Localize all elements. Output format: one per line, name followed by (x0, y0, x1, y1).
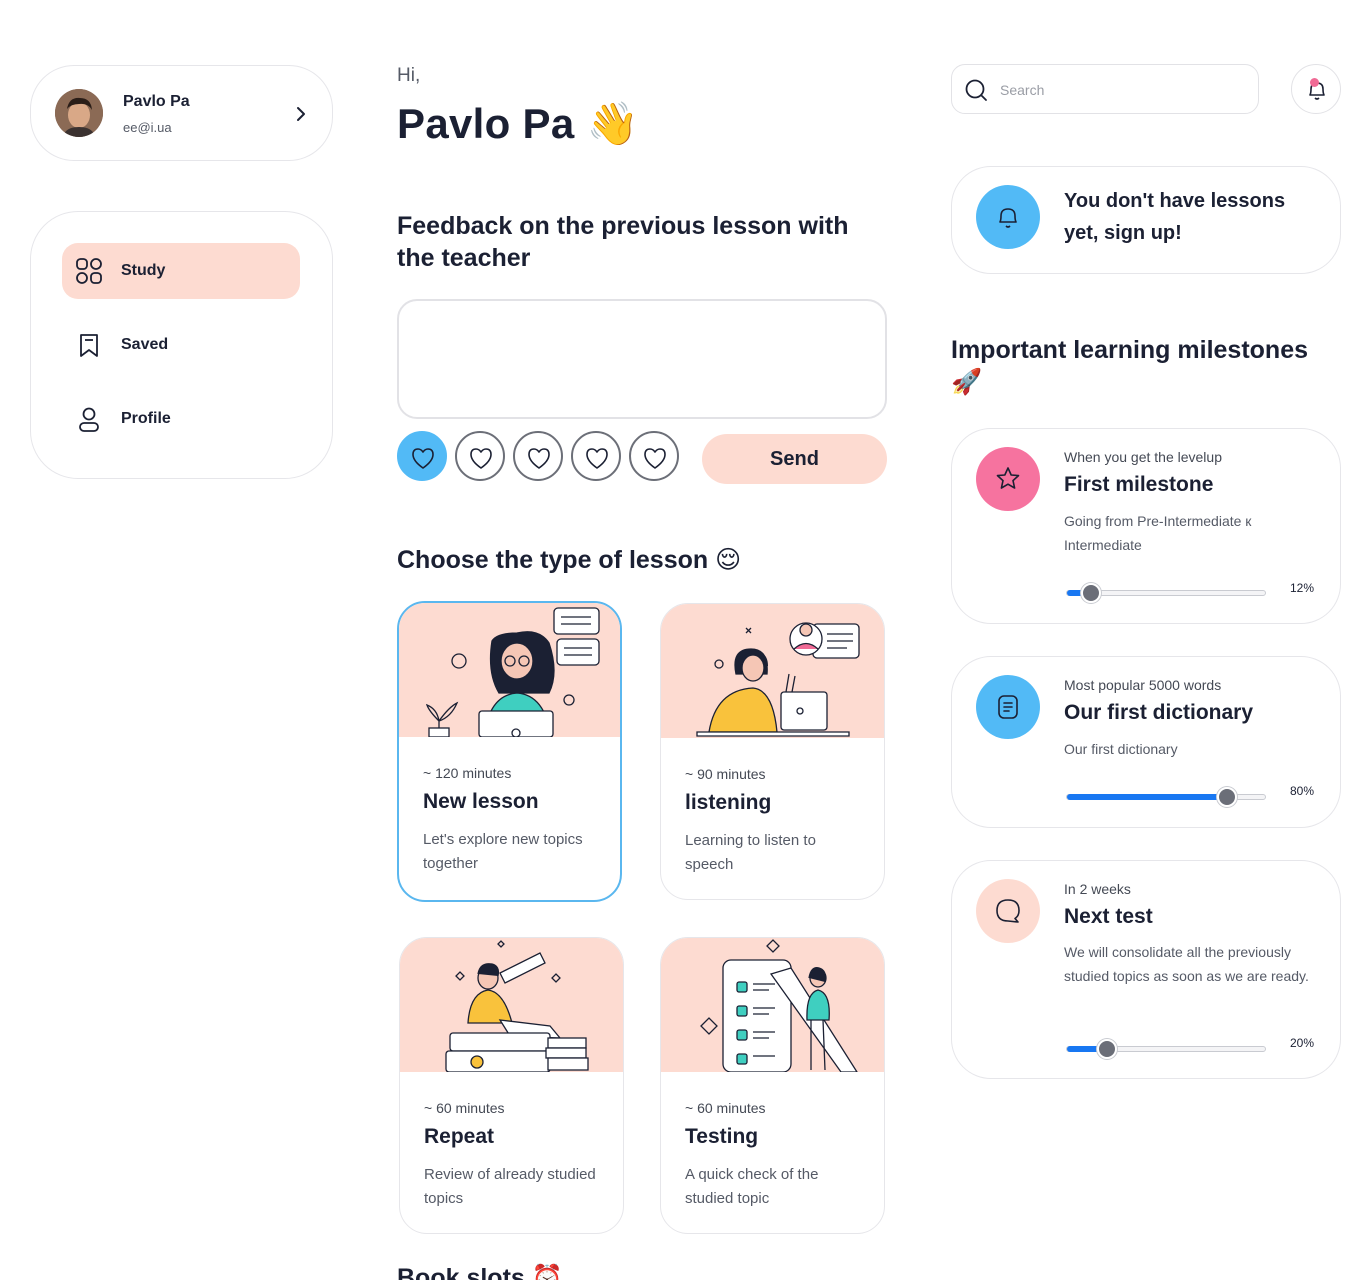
heart-icon (412, 448, 434, 469)
sidebar-item-profile[interactable]: Profile (62, 391, 300, 447)
sidebar-item-label: Study (121, 262, 166, 279)
lesson-card-repeat[interactable]: ~ 60 minutes Repeat Review of already st… (399, 937, 624, 1234)
milestone-progress-handle[interactable] (1217, 787, 1237, 807)
milestone-progress-label: 20% (1290, 1036, 1315, 1050)
milestone-description: We will consolidate all the previously s… (1064, 944, 1309, 984)
avatar (55, 89, 103, 137)
milestone-title: First milestone (1064, 473, 1214, 496)
lesson-title: listening (685, 791, 772, 814)
milestone-subtitle: In 2 weeks (1064, 881, 1131, 897)
sidebar-item-saved[interactable]: Saved (62, 317, 300, 373)
milestone-progress-label: 80% (1290, 784, 1315, 798)
lesson-title: Testing (685, 1125, 759, 1148)
sidebar-nav: Study Saved Profile (30, 211, 333, 479)
feedback-title: Feedback on the previous lesson with the… (397, 212, 849, 272)
rating-heart-2[interactable] (455, 431, 505, 481)
book-slots-title: Book slots ⏰ (397, 1264, 563, 1280)
sidebar-item-study[interactable]: Study (62, 243, 300, 299)
lesson-duration: ~ 60 minutes (424, 1100, 505, 1116)
chat-icon (996, 899, 1020, 923)
lesson-title: Repeat (424, 1125, 495, 1148)
notice-text: You don't have lessons yet, sign up! (1064, 190, 1286, 244)
lesson-illustration (400, 938, 623, 1073)
lesson-illustration (661, 938, 884, 1073)
rating-heart-4[interactable] (571, 431, 621, 481)
chevron-right-icon[interactable] (291, 104, 311, 124)
search-input[interactable] (1000, 78, 1240, 102)
lesson-duration: ~ 60 minutes (685, 1100, 766, 1116)
notification-dot (1310, 78, 1319, 87)
bell-icon (999, 208, 1017, 228)
lesson-card-listening[interactable]: ~ 90 minutes listening Learning to liste… (660, 603, 885, 900)
milestone-card: In 2 weeks Next test We will consolidate… (951, 860, 1341, 1079)
milestone-icon-circle (976, 879, 1040, 943)
milestone-description: Our first dictionary (1064, 741, 1178, 757)
search-icon (965, 79, 987, 101)
heart-icon (528, 448, 550, 469)
milestone-icon-circle (976, 447, 1040, 511)
notifications-button[interactable] (1291, 64, 1341, 114)
milestone-progress-label: 12% (1290, 581, 1315, 595)
sidebar-item-label: Saved (121, 336, 169, 353)
lesson-duration: ~ 120 minutes (423, 765, 512, 781)
page-title: Pavlo Pa 👋 (397, 100, 640, 147)
user-icon (79, 407, 99, 432)
lesson-card-testing[interactable]: ~ 60 minutes Testing A quick check of th… (660, 937, 885, 1234)
lesson-duration: ~ 90 minutes (685, 766, 766, 782)
notice-icon-circle (976, 185, 1040, 249)
document-icon (998, 695, 1018, 719)
milestone-card: Most popular 5000 words Our first dictio… (951, 656, 1341, 828)
milestone-title: Our first dictionary (1064, 701, 1254, 724)
milestone-progress-handle[interactable] (1097, 1039, 1117, 1059)
milestone-progress-track (1066, 787, 1266, 807)
profile-card[interactable]: Pavlo Pa ee@i.ua (30, 65, 333, 161)
lesson-description: Let's explore new topics together (423, 831, 583, 872)
user-name: Pavlo Pa (123, 93, 190, 110)
lesson-illustration (661, 604, 884, 738)
grid-icon (76, 258, 102, 284)
rating-heart-5[interactable] (629, 431, 679, 481)
milestones-title: Important learning milestones 🚀 (951, 336, 1309, 396)
lesson-description: A quick check of the studied topic (685, 1166, 819, 1207)
lessons-notice-card: You don't have lessons yet, sign up! (951, 166, 1341, 274)
milestone-icon-circle (976, 675, 1040, 739)
rating-heart-3[interactable] (513, 431, 563, 481)
lesson-illustration (399, 603, 620, 738)
heart-icon (586, 448, 608, 469)
heart-icon (644, 448, 666, 469)
lesson-card-new-lesson[interactable]: ~ 120 minutes New lesson Let's explore n… (397, 601, 622, 902)
milestone-subtitle: When you get the levelup (1064, 449, 1222, 465)
greeting-hi: Hi, (397, 65, 421, 86)
milestone-progress-track (1066, 1039, 1266, 1059)
feedback-input[interactable] (397, 299, 887, 419)
search-box[interactable] (951, 64, 1259, 114)
milestone-progress-track (1066, 583, 1266, 603)
heart-icon (470, 448, 492, 469)
send-button[interactable]: Send (702, 434, 887, 484)
lesson-type-title: Choose the type of lesson 😌 (397, 546, 742, 574)
milestone-title: Next test (1064, 905, 1153, 928)
lesson-title: New lesson (423, 790, 539, 813)
lesson-description: Learning to listen to speech (685, 832, 816, 873)
milestone-progress-fill (1067, 794, 1227, 800)
milestone-card: When you get the levelup First milestone… (951, 428, 1341, 624)
milestone-subtitle: Most popular 5000 words (1064, 677, 1222, 693)
sidebar-item-label: Profile (121, 410, 171, 427)
user-email: ee@i.ua (123, 120, 172, 135)
rating-heart-1[interactable] (397, 431, 447, 481)
star-icon (996, 467, 1020, 489)
milestone-progress-handle[interactable] (1081, 583, 1101, 603)
lesson-description: Review of already studied topics (424, 1166, 596, 1207)
bookmark-icon (80, 334, 98, 357)
milestone-description: Going from Pre-Intermediate к Intermedia… (1064, 513, 1252, 553)
